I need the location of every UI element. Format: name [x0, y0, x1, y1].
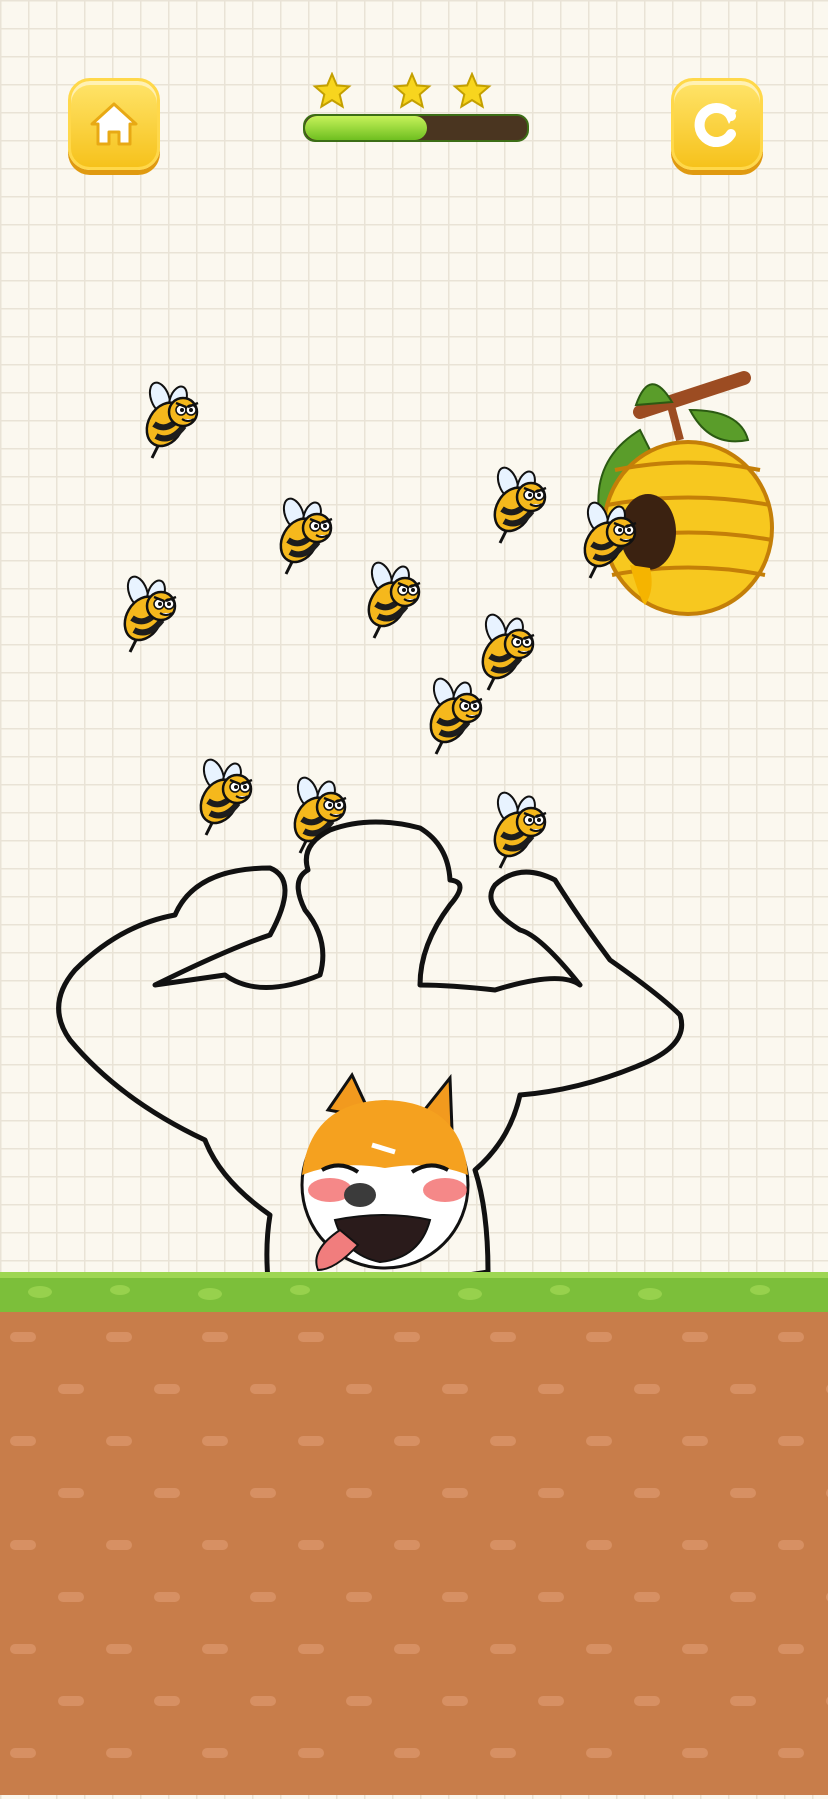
shiba-dog-character [300, 1071, 470, 1272]
bee [487, 465, 546, 543]
beehive [597, 371, 774, 616]
bee [475, 612, 534, 690]
bee [273, 496, 332, 574]
bee [117, 574, 176, 652]
bee [193, 757, 252, 835]
ground [0, 1272, 828, 1795]
bee [487, 790, 546, 868]
bee [139, 380, 198, 458]
bee [423, 676, 482, 754]
bee [361, 560, 420, 638]
